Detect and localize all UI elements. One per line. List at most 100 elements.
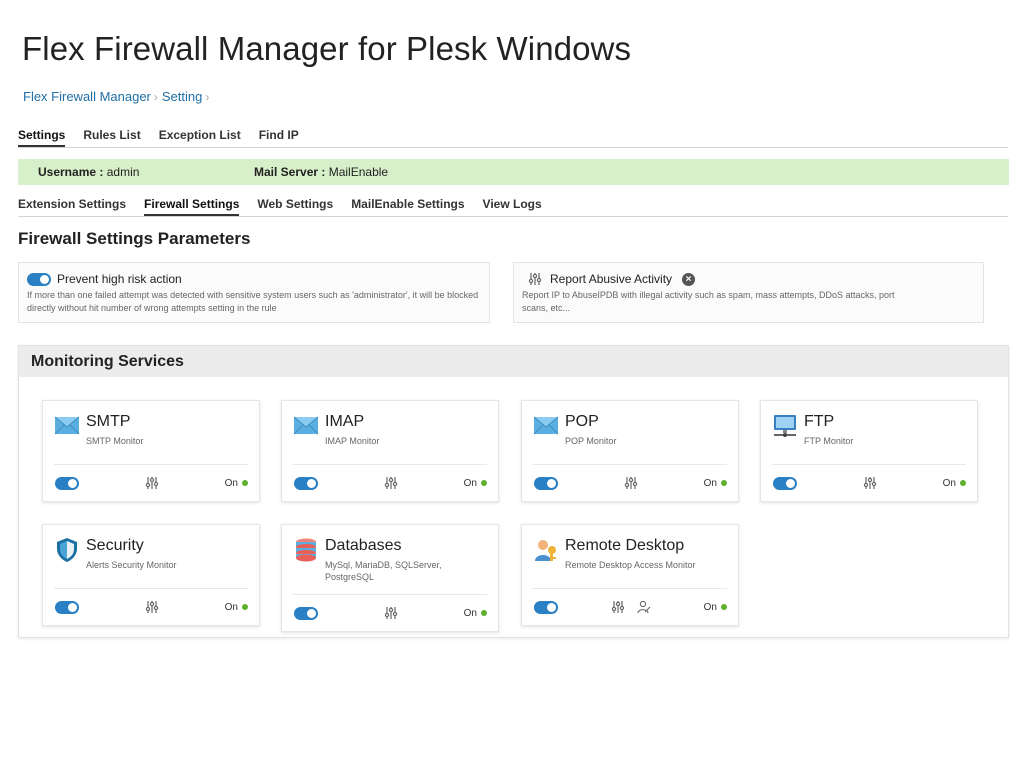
settings-sliders-icon[interactable] — [528, 272, 542, 286]
service-status: On — [704, 478, 727, 489]
envelope-icon — [293, 413, 319, 439]
service-description: SMTP Monitor — [86, 436, 144, 446]
service-title: Remote Desktop — [565, 537, 685, 554]
tab-settings[interactable]: Settings — [18, 128, 66, 147]
service-status: On — [943, 478, 966, 489]
prevent-high-risk-label: Prevent high risk action — [57, 272, 182, 286]
service-toggle[interactable] — [534, 476, 558, 490]
divider — [533, 464, 727, 465]
breadcrumb: Flex Firewall Manager › Setting › — [23, 89, 213, 104]
service-toggle[interactable] — [55, 476, 79, 490]
service-title: Security — [86, 537, 144, 554]
service-status-text: On — [224, 601, 238, 613]
page-title: Flex Firewall Manager for Plesk Windows — [22, 30, 632, 67]
status-dot — [242, 604, 248, 610]
service-toggle[interactable] — [294, 476, 318, 490]
username-info: Username : admin — [38, 165, 139, 179]
service-toggle[interactable] — [534, 600, 558, 614]
service-card-ftp: FTP FTP Monitor On — [760, 400, 978, 502]
service-toggle[interactable] — [773, 476, 797, 490]
envelope-icon — [54, 413, 80, 439]
breadcrumb-item-setting[interactable]: Setting — [162, 89, 202, 104]
shield-icon — [54, 537, 80, 563]
close-icon[interactable]: × — [682, 272, 696, 286]
status-dot — [481, 480, 487, 486]
service-status: On — [225, 602, 248, 613]
service-status-text: On — [703, 601, 717, 613]
settings-sliders-icon[interactable] — [384, 606, 398, 625]
divider — [533, 588, 727, 589]
database-icon — [293, 537, 319, 563]
mail-server-value: MailEnable — [328, 165, 389, 179]
service-title: Databases — [325, 537, 402, 554]
service-title: IMAP — [325, 413, 365, 430]
service-status-text: On — [463, 607, 477, 619]
status-dot — [481, 610, 487, 616]
settings-sliders-icon[interactable] — [863, 476, 877, 495]
service-status: On — [704, 602, 727, 613]
service-status: On — [464, 608, 487, 619]
monitoring-services-panel: Monitoring Services SMTP SMTP Monitor On… — [18, 345, 1009, 638]
chevron-right-icon: › — [153, 89, 158, 104]
section-title: Firewall Settings Parameters — [18, 229, 251, 248]
service-status: On — [225, 478, 248, 489]
service-controls: On — [54, 599, 248, 615]
settings-sliders-icon[interactable] — [384, 476, 398, 495]
service-controls: On — [293, 475, 487, 491]
tab-web-settings[interactable]: Web Settings — [257, 197, 333, 216]
service-status-text: On — [463, 477, 477, 489]
divider — [293, 464, 487, 465]
service-card-databases: Databases MySql, MariaDB, SQLServer, Pos… — [281, 524, 499, 632]
service-description: FTP Monitor — [804, 436, 854, 446]
prevent-high-risk-toggle[interactable] — [27, 272, 51, 286]
tab-view-logs[interactable]: View Logs — [483, 197, 542, 216]
divider — [293, 594, 487, 595]
service-card-smtp: SMTP SMTP Monitor On — [42, 400, 260, 502]
report-abusive-description: Report IP to AbuseIPDB with illegal acti… — [522, 290, 895, 313]
service-controls: On — [54, 475, 248, 491]
service-toggle[interactable] — [294, 606, 318, 620]
top-tabs: Settings Rules List Exception List Find … — [18, 128, 1008, 148]
tab-exception-list[interactable]: Exception List — [159, 128, 241, 147]
network-computer-icon — [772, 413, 798, 439]
service-controls: On — [772, 475, 966, 491]
tab-firewall-settings[interactable]: Firewall Settings — [144, 197, 240, 216]
envelope-icon — [533, 413, 559, 439]
service-card-pop: POP POP Monitor On — [521, 400, 739, 502]
service-toggle[interactable] — [55, 600, 79, 614]
status-dot — [721, 480, 727, 486]
monitoring-services-title: Monitoring Services — [19, 346, 1008, 377]
prevent-high-risk-box: Prevent high risk action If more than on… — [18, 262, 490, 323]
sub-tabs: Extension Settings Firewall Settings Web… — [18, 197, 1008, 217]
tab-find-ip[interactable]: Find IP — [259, 128, 299, 147]
service-card-remote-desktop: Remote Desktop Remote Desktop Access Mon… — [521, 524, 739, 626]
mail-server-info: Mail Server : MailEnable — [254, 165, 388, 179]
service-status-text: On — [703, 477, 717, 489]
tab-rules-list[interactable]: Rules List — [83, 128, 140, 147]
service-title: FTP — [804, 413, 835, 430]
tab-mailenable-settings[interactable]: MailEnable Settings — [351, 197, 464, 216]
settings-sliders-icon[interactable] — [145, 476, 159, 495]
info-bar: Username : admin Mail Server : MailEnabl… — [18, 159, 1009, 185]
settings-sliders-icon[interactable] — [145, 600, 159, 619]
user-edit-icon[interactable] — [637, 600, 651, 619]
divider — [54, 464, 248, 465]
service-description: POP Monitor — [565, 436, 617, 446]
settings-sliders-icon[interactable] — [624, 476, 638, 495]
divider — [54, 588, 248, 589]
divider — [772, 464, 966, 465]
service-controls: On — [293, 605, 487, 621]
service-status-text: On — [224, 477, 238, 489]
service-description: MySql, MariaDB, SQLServer, PostgreSQL — [325, 560, 442, 582]
username-value: admin — [106, 165, 140, 179]
tab-extension-settings[interactable]: Extension Settings — [18, 197, 126, 216]
service-card-imap: IMAP IMAP Monitor On — [281, 400, 499, 502]
service-card-security: Security Alerts Security Monitor On — [42, 524, 260, 626]
report-abusive-box: Report Abusive Activity × Report IP to A… — [513, 262, 984, 323]
status-dot — [960, 480, 966, 486]
service-title: SMTP — [86, 413, 131, 430]
breadcrumb-item-flex-firewall-manager[interactable]: Flex Firewall Manager — [23, 89, 151, 104]
user-key-icon — [533, 537, 559, 563]
settings-sliders-icon[interactable] — [611, 600, 625, 619]
service-controls: On — [533, 599, 727, 615]
